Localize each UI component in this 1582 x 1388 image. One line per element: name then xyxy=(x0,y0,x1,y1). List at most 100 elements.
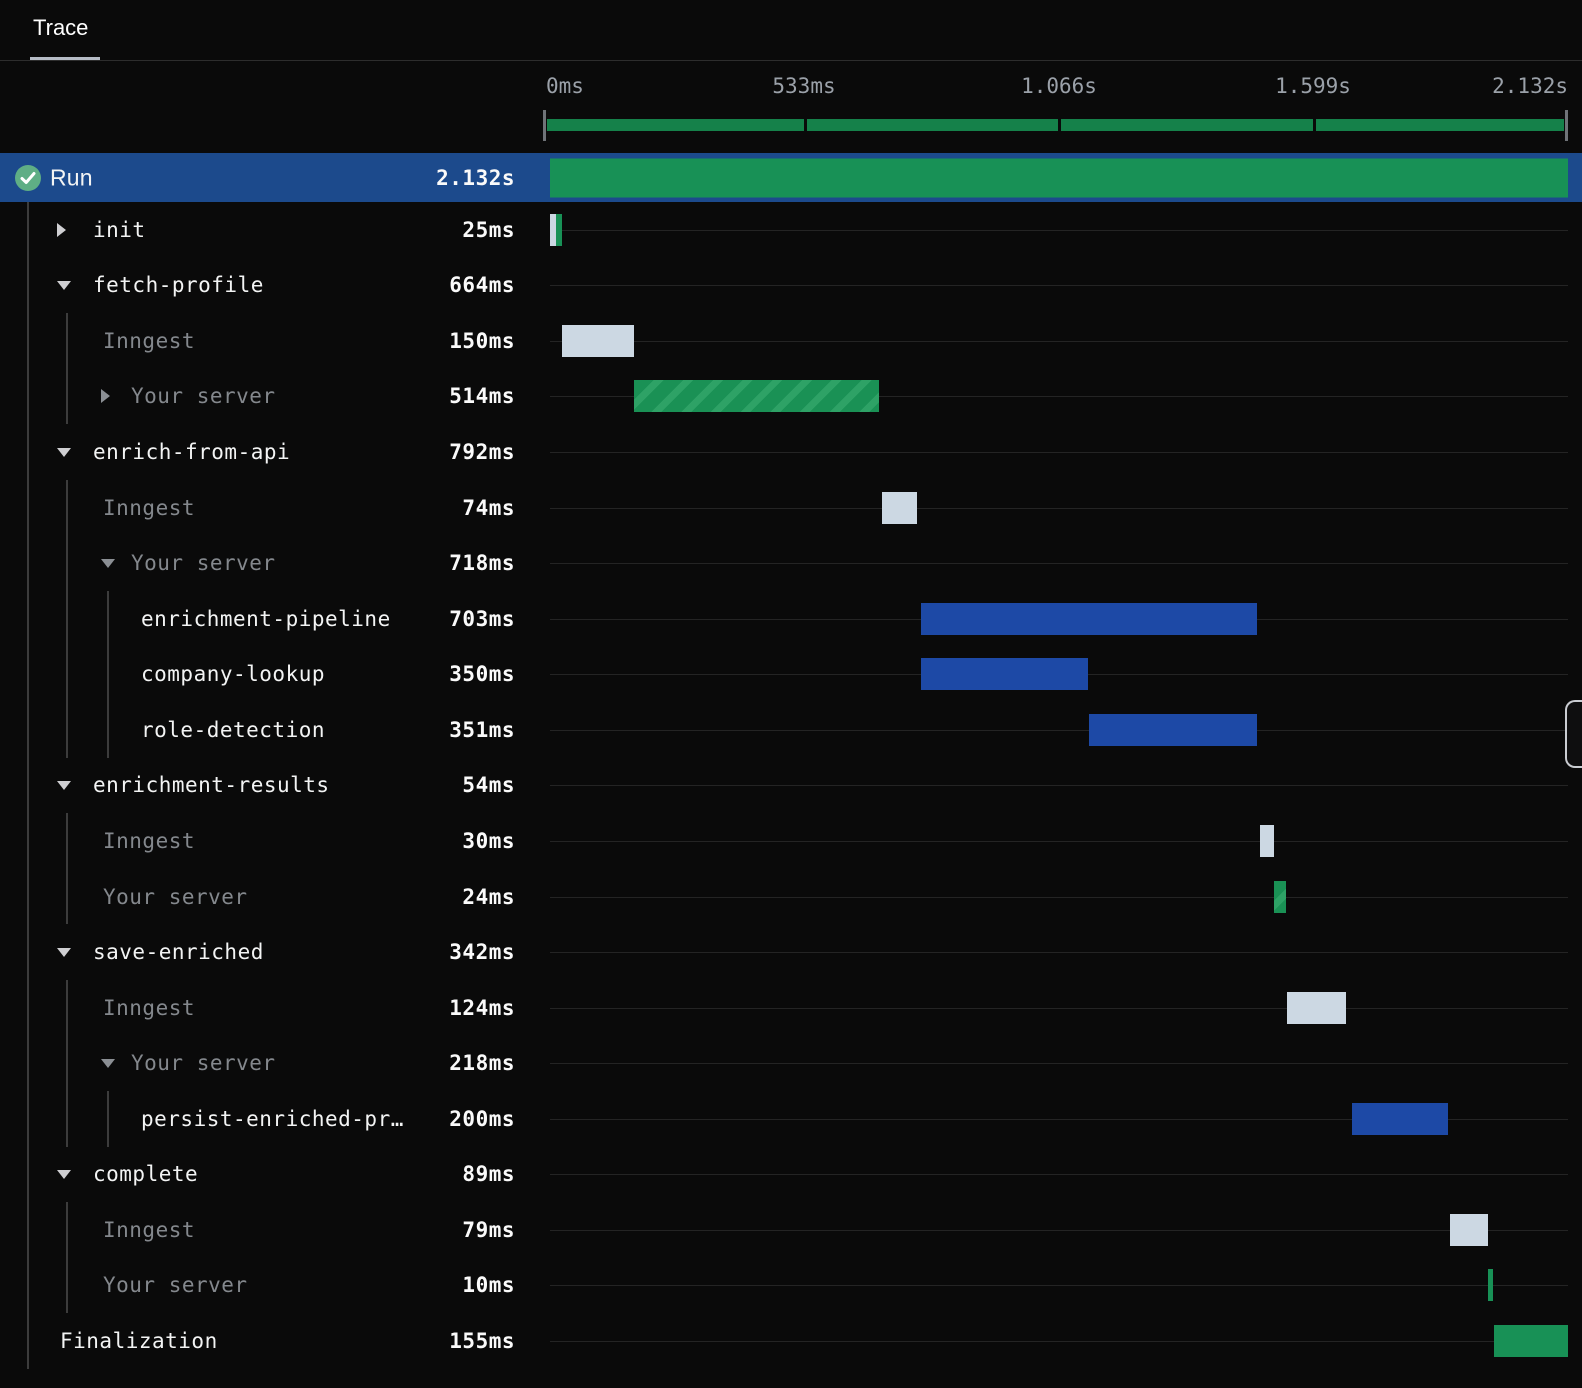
row-timeline-track xyxy=(543,1313,1568,1369)
trace-row-persist-enriched-pr-[interactable]: persist-enriched-pr… 200ms xyxy=(0,1091,1582,1147)
chevron-down-icon[interactable] xyxy=(57,281,71,291)
indent-guide xyxy=(66,313,68,425)
span-bar-blue[interactable] xyxy=(1352,1102,1448,1135)
chevron-down-icon[interactable] xyxy=(101,1059,115,1069)
row-label: Your server xyxy=(131,1051,276,1076)
trace-row-inngest[interactable]: Inngest 79ms xyxy=(0,1202,1582,1258)
trace-row-complete[interactable]: complete 89ms xyxy=(0,1147,1582,1203)
row-timeline-track xyxy=(543,758,1568,814)
row-left-panel: Inngest 74ms xyxy=(0,480,543,536)
row-label: Your server xyxy=(131,551,276,576)
row-left-panel: Finalization 155ms xyxy=(0,1313,543,1369)
row-left-panel: Inngest 124ms xyxy=(0,980,543,1036)
trace-row-company-lookup[interactable]: company-lookup 350ms xyxy=(0,647,1582,703)
row-duration: 30ms xyxy=(462,828,515,853)
row-timeline-track xyxy=(543,869,1568,925)
trace-row-enrichment-pipeline[interactable]: enrichment-pipeline 703ms xyxy=(0,591,1582,647)
row-left-panel: Your server 24ms xyxy=(0,869,543,925)
trace-row-inngest[interactable]: Inngest 124ms xyxy=(0,980,1582,1036)
row-duration: 54ms xyxy=(462,773,515,798)
chevron-down-icon[interactable] xyxy=(101,559,115,569)
tick-label: 0ms xyxy=(546,74,584,98)
span-bar-blue[interactable] xyxy=(1089,713,1257,746)
row-label: enrichment-pipeline xyxy=(141,606,391,631)
chevron-right-icon[interactable] xyxy=(57,222,66,237)
trace-row-init[interactable]: init 25ms xyxy=(0,202,1582,258)
chevron-down-icon[interactable] xyxy=(57,1170,71,1180)
side-panel-peek-handle[interactable] xyxy=(1565,700,1582,768)
tab-trace[interactable]: Trace xyxy=(33,15,88,41)
row-duration: 351ms xyxy=(449,717,515,742)
trace-row-your-server[interactable]: Your server 218ms xyxy=(0,1035,1582,1091)
row-label: Inngest xyxy=(103,828,196,853)
trace-row-save-enriched[interactable]: save-enriched 342ms xyxy=(0,924,1582,980)
chevron-down-icon[interactable] xyxy=(57,948,71,958)
row-label: Your server xyxy=(131,384,276,409)
chevron-down-icon[interactable] xyxy=(57,781,71,791)
row-timeline-track xyxy=(543,480,1568,536)
trace-row-enrichment-results[interactable]: enrichment-results 54ms xyxy=(0,758,1582,814)
trace-row-inngest[interactable]: Inngest 74ms xyxy=(0,480,1582,536)
chevron-right-icon[interactable] xyxy=(101,389,110,404)
span-bar-green[interactable] xyxy=(555,213,562,246)
row-timeline-track xyxy=(543,813,1568,869)
span-bar-light[interactable] xyxy=(881,491,918,524)
trace-row-your-server[interactable]: Your server 514ms xyxy=(0,369,1582,425)
minimap-tick xyxy=(804,119,807,131)
chevron-down-icon[interactable] xyxy=(57,448,71,458)
span-bar-hatch[interactable] xyxy=(633,380,879,413)
ruler-start-cap xyxy=(543,110,546,141)
row-timeline-track xyxy=(543,1147,1568,1203)
row-left-panel: Your server 218ms xyxy=(0,1035,543,1091)
row-left-panel: Your server 718ms xyxy=(0,535,543,591)
trace-row-your-server[interactable]: Your server 718ms xyxy=(0,535,1582,591)
indent-guide xyxy=(107,1091,109,1147)
row-timeline-track xyxy=(543,202,1568,258)
trace-row-inngest[interactable]: Inngest 30ms xyxy=(0,813,1582,869)
span-bar-light[interactable] xyxy=(1450,1213,1488,1246)
row-label: Finalization xyxy=(60,1329,218,1354)
row-duration: 2.132s xyxy=(436,165,515,190)
span-bar-hatch[interactable] xyxy=(1274,880,1286,913)
row-label: Your server xyxy=(103,884,248,909)
trace-row-run[interactable]: Run 2.132s xyxy=(0,153,1582,202)
row-left-panel: save-enriched 342ms xyxy=(0,924,543,980)
span-bar-green[interactable] xyxy=(550,158,1568,197)
tab-bar: Trace xyxy=(0,0,1582,61)
indent-guide xyxy=(66,813,68,925)
row-label: enrichment-results xyxy=(93,773,330,798)
trace-row-your-server[interactable]: Your server 10ms xyxy=(0,1258,1582,1314)
minimap-tick xyxy=(1058,119,1061,131)
trace-row-finalization[interactable]: Finalization 155ms xyxy=(0,1313,1582,1369)
span-bar-green[interactable] xyxy=(1493,1325,1568,1358)
trace-row-your-server[interactable]: Your server 24ms xyxy=(0,869,1582,925)
row-duration: 200ms xyxy=(449,1106,515,1131)
span-bar-blue[interactable] xyxy=(921,602,1257,635)
row-label: fetch-profile xyxy=(93,273,264,298)
row-duration: 24ms xyxy=(462,884,515,909)
row-left-panel: enrichment-pipeline 703ms xyxy=(0,591,543,647)
trace-row-inngest[interactable]: Inngest 150ms xyxy=(0,313,1582,369)
timeline-minimap[interactable] xyxy=(547,119,1564,131)
span-bar-blue[interactable] xyxy=(921,658,1089,691)
row-timeline-track xyxy=(543,258,1568,314)
span-bar-light[interactable] xyxy=(1286,991,1346,1024)
timeline-header: 0ms 533ms 1.066s 1.599s 2.132s xyxy=(0,61,1582,150)
trace-row-role-detection[interactable]: role-detection 351ms xyxy=(0,702,1582,758)
trace-row-enrich-from-api[interactable]: enrich-from-api 792ms xyxy=(0,424,1582,480)
row-left-panel: Inngest 30ms xyxy=(0,813,543,869)
trace-row-fetch-profile[interactable]: fetch-profile 664ms xyxy=(0,258,1582,314)
row-duration: 718ms xyxy=(449,551,515,576)
row-label: enrich-from-api xyxy=(93,440,291,465)
row-timeline-track xyxy=(543,1091,1568,1147)
row-left-panel: fetch-profile 664ms xyxy=(0,258,543,314)
row-duration: 74ms xyxy=(462,495,515,520)
row-timeline-track xyxy=(543,924,1568,980)
row-timeline-track xyxy=(543,980,1568,1036)
span-bar-light[interactable] xyxy=(1260,824,1275,857)
span-bar-light[interactable] xyxy=(561,324,634,357)
span-bar-green[interactable] xyxy=(1487,1269,1493,1302)
row-duration: 89ms xyxy=(462,1162,515,1187)
row-label: Inngest xyxy=(103,328,196,353)
row-duration: 703ms xyxy=(449,606,515,631)
